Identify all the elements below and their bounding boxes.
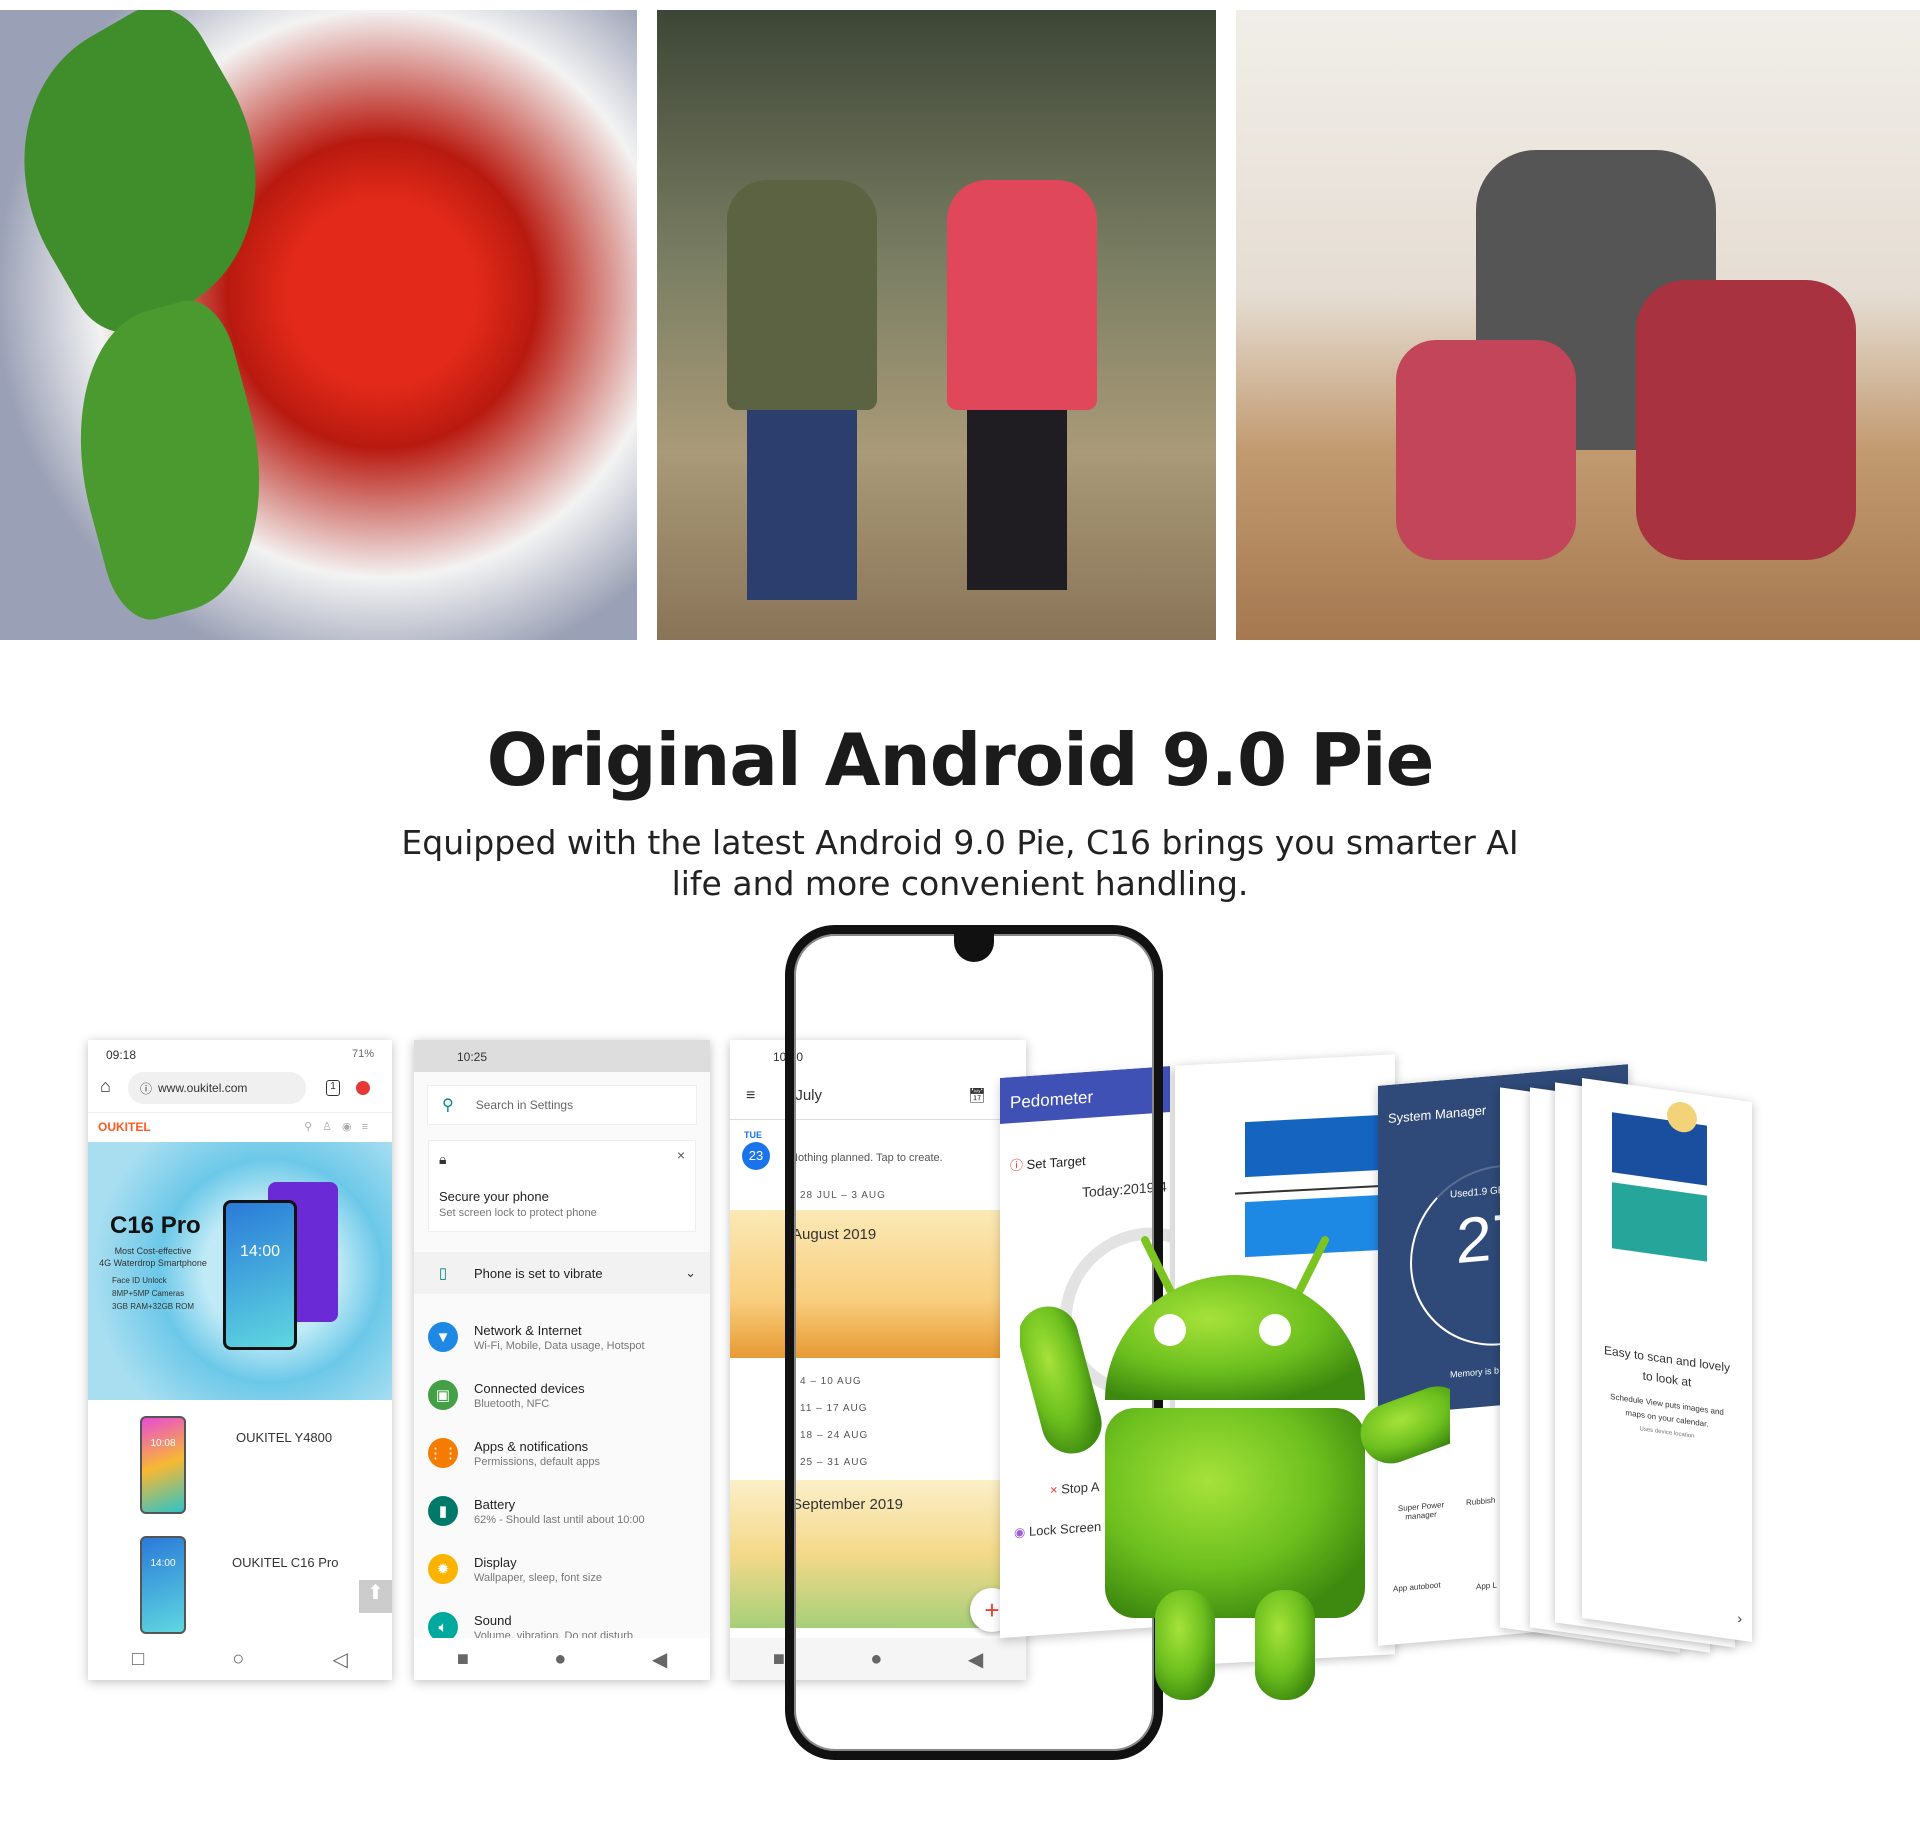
devices-icon: ▣ [428,1380,458,1410]
flight-card [1245,1114,1395,1178]
home-icon[interactable]: ⌂ [100,1076,111,1097]
item-title: Connected devices [474,1380,585,1396]
info-icon: ⓘ [140,1081,153,1096]
feature: 8MP+5MP Cameras [112,1289,185,1298]
banner-model: C16 Pro [110,1212,201,1239]
android-robot-figure [1020,1236,1450,1700]
settings-item-display[interactable]: ✹ Display Wallpaper, sleep, font size [414,1540,710,1598]
recents-button[interactable]: ■ [773,1648,785,1671]
settings-item-connected-devices[interactable]: ▣ Connected devices Bluetooth, NFC [414,1366,710,1424]
site-nav-icons[interactable]: ⚲♙◉≡ [304,1120,378,1133]
home-button[interactable]: ○ [232,1648,244,1671]
item-title: Apps & notifications [474,1438,589,1454]
settings-item-network-internet[interactable]: ▼ Network & Internet Wi-Fi, Mobile, Data u… [414,1308,710,1366]
waterdrop-notch [954,932,994,962]
item-title: Sound [474,1612,512,1628]
nav-bar: ■ ● ◀ [414,1638,710,1680]
url-text: www.oukitel.com [158,1081,248,1095]
item-title: Network & Internet [474,1322,582,1338]
status-time: 10:25 [457,1050,488,1064]
item-subtitle: Bluetooth, NFC [474,1397,550,1410]
item-subtitle: 62% - Should last until about 10:00 [474,1513,645,1526]
item-title: Battery [474,1496,516,1512]
photo-children [657,10,1216,640]
photo-tomatoes-basil [0,10,637,640]
scroll-top-button[interactable]: ⬆ [359,1580,392,1613]
battery-icon: ▮ [428,1496,458,1526]
vibrate-row[interactable]: ▯ Phone is set to vibrate ⌄ [414,1252,710,1294]
card-title: Secure your phone [439,1189,549,1204]
product-name: OUKITEL C16 Pro [232,1555,339,1570]
subtitle-line-2: life and more convenient handling. [671,864,1249,903]
menu-icon[interactable]: ≡ [746,1087,755,1105]
item-subtitle: Wallpaper, sleep, font size [474,1571,602,1584]
oukitel-logo[interactable]: OUKITEL [98,1120,151,1134]
back-button[interactable]: ◀ [652,1647,667,1672]
settings-item-battery[interactable]: ▮ Battery 62% - Should last until about 10… [414,1482,710,1540]
tool-app-lock[interactable]: App L [1476,1581,1497,1592]
lock-icon: 🔒︎ [439,1151,447,1167]
chevron-down-icon[interactable]: ⌄ [685,1265,696,1281]
tabs-button[interactable]: 1 [326,1080,340,1096]
settings-search[interactable]: ⚲ Search in Settings [427,1085,697,1125]
map-card [1612,1182,1707,1262]
search-icon: ⚲ [442,1097,454,1114]
settings-item-apps-notifications[interactable]: ⋮⋮ Apps & notifications Permissions, defau… [414,1424,710,1482]
phone-front-image: 14:00 [223,1200,297,1350]
status-time: 09:18 [106,1048,137,1062]
day-name: TUE [744,1130,762,1140]
vibrate-label: Phone is set to vibrate [474,1265,603,1281]
browser-screen: 09:18 71% ⌂ ⓘ www.oukitel.com 1 OUKITEL ⚲… [88,1040,392,1680]
search-placeholder: Search in Settings [475,1098,574,1112]
vibrate-icon: ▯ [438,1265,448,1282]
item-title: Display [474,1554,517,1570]
product-image: 10:08 [140,1416,186,1514]
url-bar[interactable]: ⓘ www.oukitel.com [128,1072,306,1104]
feature: 3GB RAM+32GB ROM [112,1302,195,1311]
page-title: Original Android 9.0 Pie [486,718,1435,802]
nav-bar: □ ○ ◁ [88,1638,392,1680]
product-name: OUKITEL Y4800 [236,1430,333,1445]
product-row[interactable]: 10:08 OUKITEL Y4800 [88,1410,392,1520]
photo-family [1236,10,1920,640]
next-chevron-icon[interactable]: › [1737,1610,1742,1627]
battery-level: 71% [351,1048,374,1060]
recents-button[interactable]: ■ [457,1648,469,1671]
update-icon[interactable] [356,1081,370,1095]
promo-banner[interactable]: C16 Pro Most Cost-effective 4G Waterdrop… [88,1142,392,1400]
recents-button[interactable]: □ [132,1648,144,1671]
secure-phone-card[interactable]: 🔒︎ × Secure your phone Set screen lock t… [428,1140,696,1232]
item-subtitle: Wi-Fi, Mobile, Data usage, Hotspot [474,1339,645,1352]
product-image: 14:00 [140,1536,186,1634]
item-subtitle: Permissions, default apps [474,1455,600,1468]
card-subtitle: Set screen lock to protect phone [439,1207,597,1219]
display-icon: ✹ [428,1554,458,1584]
feature: Face ID Unlock [112,1276,167,1285]
settings-screen: 10:25 ⚲ Search in Settings 🔒︎ × Secure yo… [414,1040,710,1680]
subtitle-line-1: Equipped with the latest Android 9.0 Pie… [401,823,1519,862]
banner-tagline: 4G Waterdrop Smartphone [99,1258,207,1268]
banner-features: Face ID Unlock 8MP+5MP Cameras 3GB RAM+32G… [112,1274,194,1313]
apps-icon: ⋮⋮ [428,1438,458,1468]
today-badge[interactable]: 23 [742,1142,770,1170]
schedule-onboarding-screen: Easy to scan and lovely to look at Sched… [1582,1078,1752,1642]
back-button[interactable]: ◁ [333,1647,348,1672]
close-icon[interactable]: × [677,1147,685,1163]
product-row[interactable]: 14:00 OUKITEL C16 Pro [88,1535,392,1635]
wifi-icon: ▼ [428,1322,458,1352]
tool-rubbish[interactable]: Rubbish [1466,1496,1495,1508]
banner-tagline: Most Cost-effective [114,1246,192,1256]
home-button[interactable]: ● [554,1648,566,1671]
